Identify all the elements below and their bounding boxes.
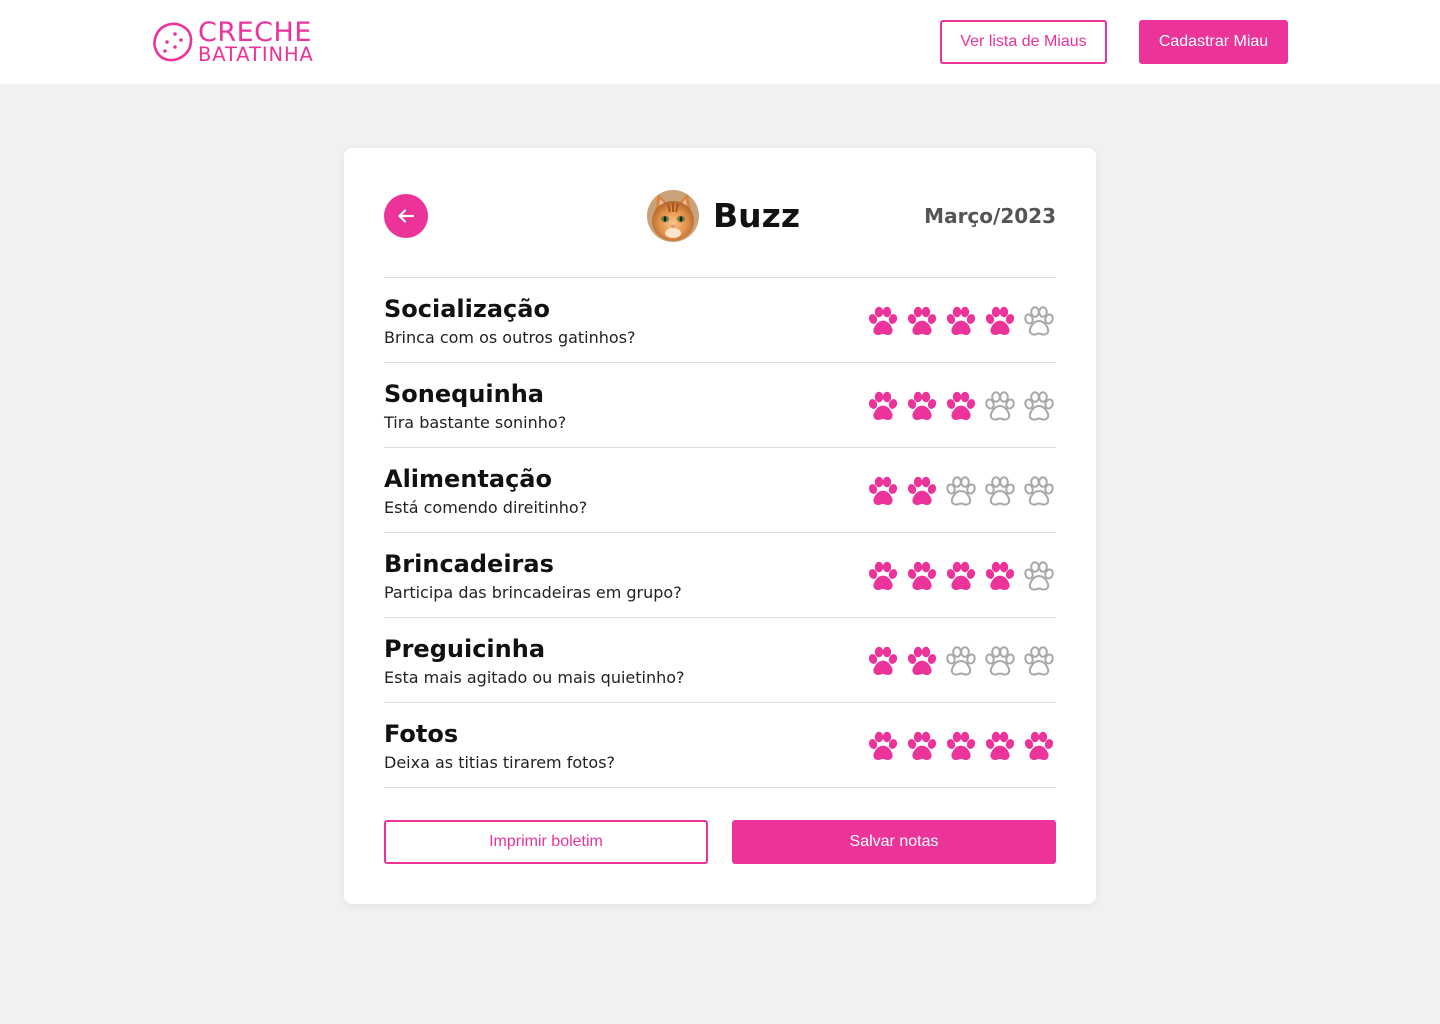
print-report-button[interactable]: Imprimir boletim [384, 820, 708, 864]
brand-logo[interactable]: CRECHE BATATINHA [150, 19, 314, 65]
save-grades-button[interactable]: Salvar notas [732, 820, 1056, 864]
rating-category-title: Sonequinha [384, 380, 544, 408]
rating-row: Sonequinha Tira bastante soninho? [384, 363, 1056, 448]
rating-category-title: Socialização [384, 295, 550, 323]
cat-photo [647, 190, 699, 242]
top-navbar: CRECHE BATATINHA Ver lista de Miaus Cada… [0, 0, 1440, 84]
view-cat-list-button[interactable]: Ver lista de Miaus [940, 20, 1107, 64]
paw-filled-icon[interactable] [905, 729, 939, 763]
rating-category-title: Alimentação [384, 465, 552, 493]
paw-filled-icon[interactable] [866, 729, 900, 763]
rating-row: Preguicinha Esta mais agitado ou mais qui… [384, 618, 1056, 703]
paw-filled-icon[interactable] [944, 304, 978, 338]
rating-row: Fotos Deixa as titias tirarem fotos? [384, 703, 1056, 788]
paw-filled-icon[interactable] [983, 304, 1017, 338]
register-cat-button[interactable]: Cadastrar Miau [1139, 20, 1288, 64]
paw-outline-icon[interactable] [1022, 644, 1056, 678]
rating-row: Brincadeiras Participa das brincadeiras e… [384, 533, 1056, 618]
paw-filled-icon[interactable] [905, 389, 939, 423]
paw-filled-icon[interactable] [905, 474, 939, 508]
paw-outline-icon[interactable] [1022, 559, 1056, 593]
brand-name-line1: CRECHE [198, 17, 312, 49]
paw-outline-icon[interactable] [983, 644, 1017, 678]
rating-category-title: Preguicinha [384, 635, 546, 663]
cat-name: Buzz [713, 196, 801, 235]
paw-rating[interactable] [861, 304, 1056, 338]
rating-row: Socialização Brinca com os outros gatinho… [384, 278, 1056, 363]
rating-category-question: Está comendo direitinho? [384, 498, 588, 517]
brand-name: CRECHE BATATINHA [198, 19, 314, 65]
rating-category-title: Brincadeiras [384, 550, 554, 578]
paw-filled-icon[interactable] [983, 729, 1017, 763]
brand-name-line2: BATATINHA [198, 43, 314, 67]
arrow-left-icon [398, 209, 415, 223]
paw-filled-icon[interactable] [905, 304, 939, 338]
paw-outline-icon[interactable] [1022, 389, 1056, 423]
paw-rating[interactable] [861, 559, 1056, 593]
report-month: Março/2023 [924, 204, 1056, 228]
paw-rating[interactable] [861, 644, 1056, 678]
paw-outline-icon[interactable] [1022, 304, 1056, 338]
paw-filled-icon[interactable] [944, 559, 978, 593]
rating-list: Socialização Brinca com os outros gatinho… [384, 277, 1056, 788]
paw-filled-icon[interactable] [983, 559, 1017, 593]
rating-category-title: Fotos [384, 720, 459, 748]
paw-filled-icon[interactable] [866, 559, 900, 593]
paw-outline-icon[interactable] [1022, 474, 1056, 508]
paw-outline-icon[interactable] [944, 644, 978, 678]
paw-filled-icon[interactable] [1022, 729, 1056, 763]
paw-filled-icon[interactable] [866, 474, 900, 508]
paw-filled-icon[interactable] [866, 389, 900, 423]
paw-filled-icon[interactable] [944, 729, 978, 763]
paw-filled-icon[interactable] [866, 304, 900, 338]
paw-filled-icon[interactable] [866, 644, 900, 678]
cat-avatar [647, 190, 699, 242]
paw-filled-icon[interactable] [905, 559, 939, 593]
rating-category-question: Brinca com os outros gatinhos? [384, 328, 636, 347]
paw-filled-icon[interactable] [944, 389, 978, 423]
rating-row: Alimentação Está comendo direitinho? [384, 448, 1056, 533]
paw-filled-icon[interactable] [905, 644, 939, 678]
rating-category-question: Participa das brincadeiras em grupo? [384, 583, 682, 602]
back-button[interactable] [384, 194, 428, 238]
rating-category-question: Tira bastante soninho? [384, 413, 567, 432]
paw-outline-icon[interactable] [944, 474, 978, 508]
rating-category-question: Deixa as titias tirarem fotos? [384, 753, 616, 772]
paw-rating[interactable] [861, 474, 1056, 508]
paw-rating[interactable] [861, 389, 1056, 423]
paw-outline-icon[interactable] [983, 389, 1017, 423]
paw-outline-icon[interactable] [983, 474, 1017, 508]
report-card: Buzz Março/2023 Socialização Brinca com o… [344, 148, 1096, 904]
paw-rating[interactable] [861, 729, 1056, 763]
rating-category-question: Esta mais agitado ou mais quietinho? [384, 668, 685, 687]
potato-icon [153, 22, 193, 62]
